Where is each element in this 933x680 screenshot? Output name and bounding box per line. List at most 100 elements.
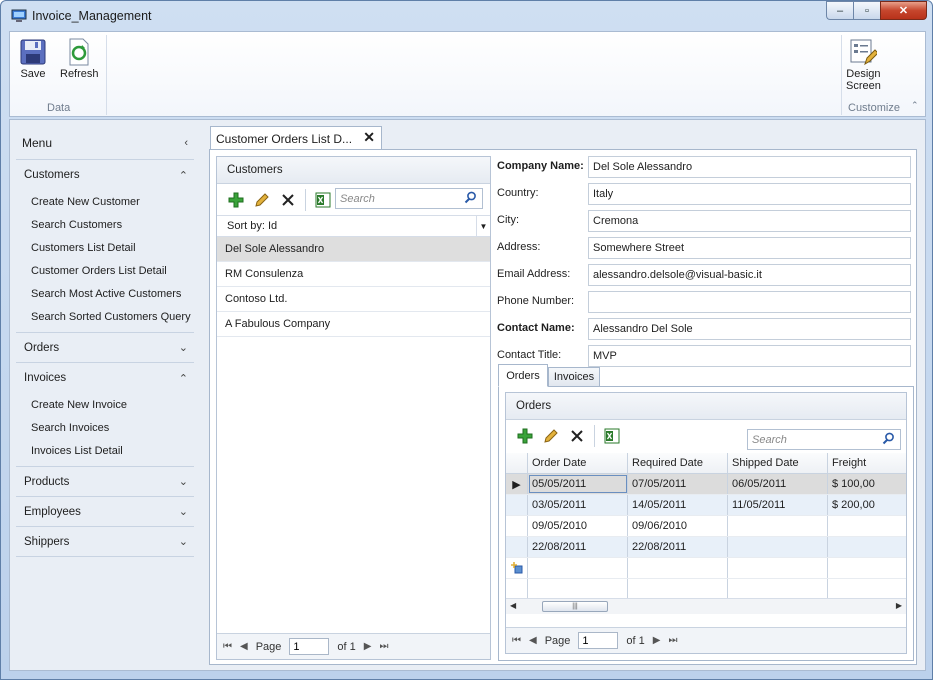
customers-search-input[interactable]: Search <box>335 188 483 209</box>
email-input[interactable]: alessandro.delsole@visual-basic.it <box>588 264 911 286</box>
column-header-order-date[interactable]: Order Date <box>528 453 628 473</box>
customers-header: Customers <box>217 157 490 184</box>
first-page-icon[interactable]: ⏮ <box>512 635 521 646</box>
last-page-icon[interactable]: ⏭ <box>668 635 677 646</box>
table-cell[interactable]: $ 100,00 <box>828 474 906 494</box>
close-window-button[interactable]: ✕ <box>880 1 927 20</box>
design-screen-icon <box>850 39 878 66</box>
close-tab-icon[interactable]: ✕ <box>363 129 375 146</box>
new-row-icon[interactable] <box>506 558 528 578</box>
edit-button[interactable] <box>249 189 275 211</box>
table-cell[interactable] <box>828 516 906 536</box>
minimize-button[interactable]: ‒ <box>826 1 853 20</box>
menu-group-invoices[interactable]: Invoices ⌃ <box>16 363 194 393</box>
table-cell[interactable]: 09/06/2010 <box>628 516 728 536</box>
city-input[interactable]: Cremona <box>588 210 911 232</box>
horizontal-scrollbar[interactable]: ◀ ||| ▶ <box>506 598 906 614</box>
table-cell[interactable]: 07/05/2011 <box>628 474 728 494</box>
menu-item-search-sorted-customers-query[interactable]: Search Sorted Customers Query <box>16 305 194 328</box>
column-header-required-date[interactable]: Required Date <box>628 453 728 473</box>
search-icon[interactable] <box>464 191 477 204</box>
table-cell[interactable]: 06/05/2011 <box>728 474 828 494</box>
list-item[interactable]: Del Sole Alessandro <box>217 237 490 262</box>
table-cell[interactable]: $ 200,00 <box>828 495 906 515</box>
last-page-icon[interactable]: ⏭ <box>379 641 388 652</box>
table-cell[interactable]: 09/05/2010 <box>528 516 628 536</box>
contact-title-input[interactable]: MVP <box>588 345 911 367</box>
excel-icon <box>315 192 331 207</box>
design-screen-button[interactable]: Design Screen <box>846 36 881 92</box>
export-excel-button[interactable] <box>310 189 336 211</box>
scroll-thumb[interactable]: ||| <box>542 601 608 612</box>
refresh-button[interactable]: Refresh <box>60 36 99 80</box>
field-contact-title: Contact Title: MVP <box>497 345 917 367</box>
delete-button[interactable] <box>275 189 301 211</box>
scroll-right-icon[interactable]: ▶ <box>896 601 902 610</box>
table-cell[interactable]: 05/05/2011 <box>528 474 628 494</box>
edit-order-button[interactable] <box>538 425 564 447</box>
table-row[interactable]: ▶ 05/05/2011 07/05/2011 06/05/2011 $ 100… <box>506 474 906 495</box>
delete-order-button[interactable] <box>564 425 590 447</box>
table-cell[interactable] <box>728 537 828 557</box>
country-input[interactable]: Italy <box>588 183 911 205</box>
table-cell[interactable]: 03/05/2011 <box>528 495 628 515</box>
menu-item-create-new-invoice[interactable]: Create New Invoice <box>16 393 194 416</box>
table-row[interactable]: 22/08/2011 22/08/2011 <box>506 537 906 558</box>
menu-item-invoices-list-detail[interactable]: Invoices List Detail <box>16 439 194 462</box>
export-orders-excel-button[interactable] <box>599 425 625 447</box>
previous-page-icon[interactable]: ◀ <box>529 635 537 646</box>
table-cell[interactable] <box>828 537 906 557</box>
menu-item-search-most-active-customers[interactable]: Search Most Active Customers <box>16 282 194 305</box>
menu-header[interactable]: Menu ‹ <box>16 126 194 160</box>
table-row[interactable]: 03/05/2011 14/05/2011 11/05/2011 $ 200,0… <box>506 495 906 516</box>
column-header-shipped-date[interactable]: Shipped Date <box>728 453 828 473</box>
table-cell[interactable]: 22/08/2011 <box>528 537 628 557</box>
menu-group-employees[interactable]: Employees ⌄ <box>16 497 194 527</box>
menu-item-create-new-customer[interactable]: Create New Customer <box>16 190 194 213</box>
new-row[interactable] <box>506 558 906 579</box>
add-button[interactable] <box>223 189 249 211</box>
list-item[interactable]: RM Consulenza <box>217 262 490 287</box>
company-name-input[interactable]: Del Sole Alessandro <box>588 156 911 178</box>
menu-item-customers-list-detail[interactable]: Customers List Detail <box>16 236 194 259</box>
menu-group-customers[interactable]: Customers ⌃ <box>16 160 194 190</box>
collapse-menu-icon[interactable]: ‹ <box>184 137 188 149</box>
chevron-down-icon: ⌄ <box>178 506 188 518</box>
save-button[interactable]: Save <box>18 36 48 80</box>
list-item[interactable]: A Fabulous Company <box>217 312 490 337</box>
table-cell[interactable] <box>728 516 828 536</box>
phone-input[interactable] <box>588 291 911 313</box>
table-cell[interactable]: 22/08/2011 <box>628 537 728 557</box>
menu-item-customer-orders-list-detail[interactable]: Customer Orders List Detail <box>16 259 194 282</box>
address-input[interactable]: Somewhere Street <box>588 237 911 259</box>
next-page-icon[interactable]: ▶ <box>653 635 661 646</box>
next-page-icon[interactable]: ▶ <box>364 641 372 652</box>
sort-dropdown[interactable]: Sort by: Id ▼ <box>217 215 490 237</box>
table-cell[interactable]: 11/05/2011 <box>728 495 828 515</box>
add-order-button[interactable] <box>512 425 538 447</box>
table-cell[interactable]: 14/05/2011 <box>628 495 728 515</box>
menu-item-search-invoices[interactable]: Search Invoices <box>16 416 194 439</box>
first-page-icon[interactable]: ⏮ <box>223 641 232 652</box>
page-number-input[interactable] <box>289 638 330 655</box>
menu-group-shippers[interactable]: Shippers ⌄ <box>16 527 194 557</box>
tab-orders[interactable]: Orders <box>498 364 548 387</box>
dropdown-arrow-icon: ▼ <box>476 216 490 236</box>
tab-customer-orders-list-detail[interactable]: Customer Orders List D... ✕ <box>210 126 382 150</box>
collapse-ribbon-icon[interactable]: ⌃ <box>911 100 919 111</box>
search-icon[interactable] <box>882 432 895 445</box>
page-number-input[interactable] <box>578 632 619 649</box>
menu-item-search-customers[interactable]: Search Customers <box>16 213 194 236</box>
contact-name-input[interactable]: Alessandro Del Sole <box>588 318 911 340</box>
previous-page-icon[interactable]: ◀ <box>240 641 248 652</box>
table-row[interactable]: 09/05/2010 09/06/2010 <box>506 516 906 537</box>
menu-group-orders[interactable]: Orders ⌄ <box>16 333 194 363</box>
tab-invoices[interactable]: Invoices <box>548 367 600 387</box>
menu-group-products[interactable]: Products ⌄ <box>16 467 194 497</box>
list-item[interactable]: Contoso Ltd. <box>217 287 490 312</box>
scroll-left-icon[interactable]: ◀ <box>510 601 516 610</box>
customize-group-label: Customize <box>848 102 900 114</box>
maximize-button[interactable]: ▫ <box>853 1 880 20</box>
orders-search-input[interactable]: Search <box>747 429 901 450</box>
column-header-freight[interactable]: Freight <box>828 453 906 473</box>
